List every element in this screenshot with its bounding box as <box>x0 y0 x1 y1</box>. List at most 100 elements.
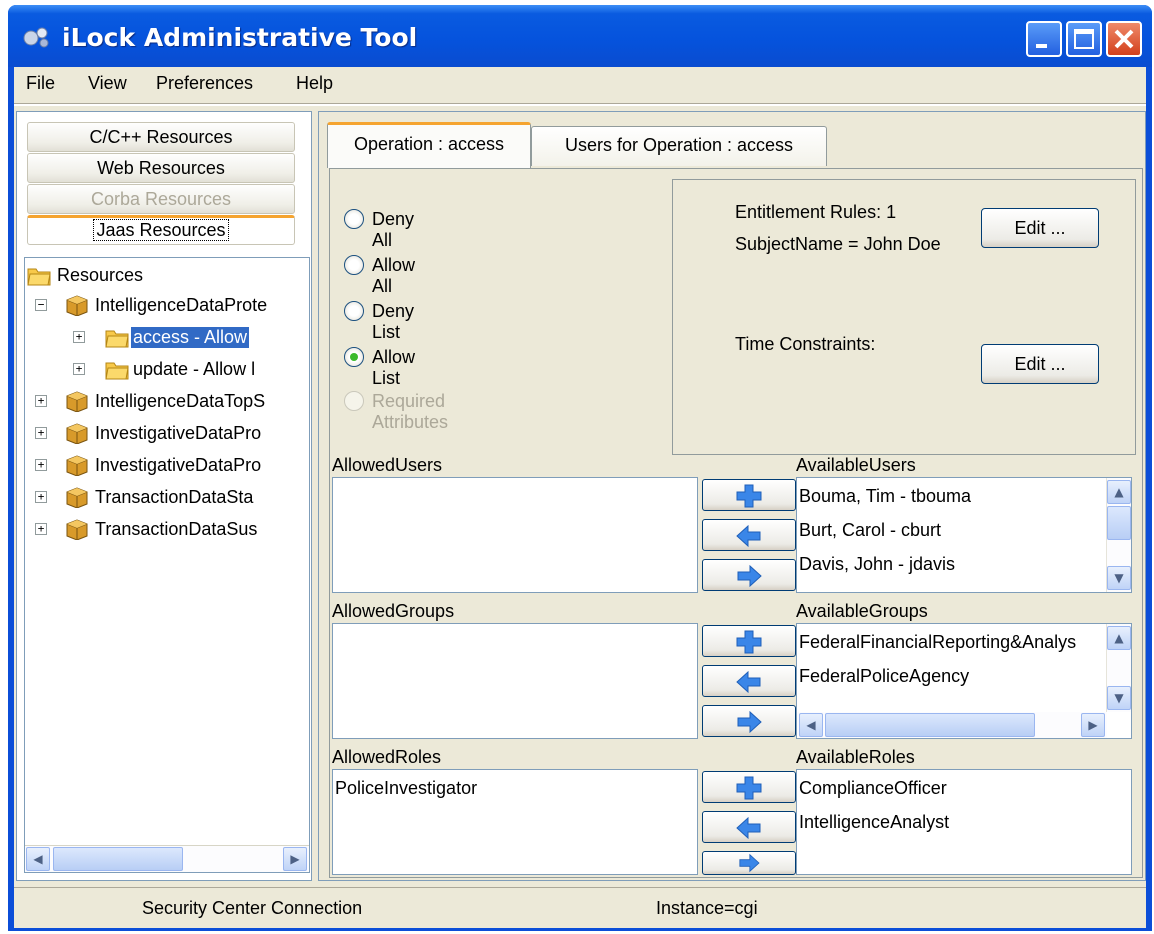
radio-label: Allow List <box>372 347 416 388</box>
expand-icon[interactable]: + <box>35 491 47 503</box>
available-roles-list[interactable]: ComplianceOfficer IntelligenceAnalyst <box>796 769 1132 875</box>
list-item[interactable]: ComplianceOfficer <box>799 778 947 799</box>
collapse-icon[interactable]: − <box>35 299 47 311</box>
list-item[interactable]: Bouma, Tim - tbouma <box>799 486 971 507</box>
add-role-button[interactable] <box>702 771 796 803</box>
web-resources-label: Web Resources <box>97 158 225 178</box>
allowed-users-list[interactable] <box>332 477 698 593</box>
window-title: iLock Administrative Tool <box>62 23 418 52</box>
minimize-button[interactable] <box>1026 21 1062 57</box>
jaas-resources-button[interactable]: Jaas Resources <box>27 215 295 245</box>
available-groups-list[interactable]: FederalFinancialReporting&Analys Federal… <box>796 623 1132 739</box>
close-icon <box>1114 29 1134 49</box>
scroll-up-button[interactable]: ▲ <box>1107 626 1131 650</box>
menu-preferences[interactable]: Preferences <box>156 73 253 94</box>
resource-tree[interactable]: Resources − IntelligenceDataProte + acce… <box>24 257 310 873</box>
scroll-thumb[interactable] <box>1107 506 1131 540</box>
web-resources-button[interactable]: Web Resources <box>27 153 295 183</box>
expand-icon[interactable]: + <box>35 395 47 407</box>
operation-tab-content: Deny All Allow All Deny List Allow List … <box>329 168 1143 878</box>
scroll-left-button[interactable]: ◀ <box>26 847 50 871</box>
allowed-groups-list[interactable] <box>332 623 698 739</box>
operation-panel: Operation : access Users for Operation :… <box>318 111 1146 881</box>
move-right-group-button[interactable] <box>702 705 796 737</box>
scroll-up-button[interactable]: ▲ <box>1107 480 1131 504</box>
move-right-role-button[interactable] <box>702 851 796 875</box>
allowed-roles-list[interactable]: PoliceInvestigator <box>332 769 698 875</box>
menu-bar: File View Preferences Help <box>14 67 1146 103</box>
radio-circle[interactable] <box>344 209 364 229</box>
status-bar: Security Center Connection Instance=cgi <box>14 887 1146 928</box>
tree-node-label: IntelligenceDataProte <box>95 295 268 315</box>
tab-operation-access[interactable]: Operation : access <box>327 122 531 168</box>
scroll-down-button[interactable]: ▼ <box>1107 566 1131 590</box>
add-user-button[interactable] <box>702 479 796 511</box>
edit-time-constraints-button[interactable]: Edit ... <box>981 344 1099 384</box>
move-left-group-button[interactable] <box>702 665 796 697</box>
list-item[interactable]: PoliceInvestigator <box>335 778 477 799</box>
corba-resources-button[interactable]: Corba Resources <box>27 184 295 214</box>
arrow-left-icon <box>736 670 761 694</box>
scroll-thumb[interactable] <box>825 713 1035 737</box>
groups-vertical-scrollbar[interactable]: ▲ ▼ <box>1106 624 1131 712</box>
plus-icon <box>736 484 762 508</box>
time-constraints-label: Time Constraints: <box>735 334 876 354</box>
allowed-groups-label: AllowedGroups <box>332 601 455 621</box>
minimize-icon <box>1036 44 1047 48</box>
menu-help[interactable]: Help <box>296 73 333 94</box>
scroll-down-button[interactable]: ▼ <box>1107 686 1131 710</box>
add-group-button[interactable] <box>702 625 796 657</box>
menu-file[interactable]: File <box>26 73 55 94</box>
app-window: iLock Administrative Tool File View Pref… <box>8 5 1152 931</box>
groups-horizontal-scrollbar[interactable]: ◀ ▶ <box>797 712 1107 738</box>
maximize-button[interactable] <box>1066 21 1102 57</box>
radio-circle-disabled[interactable] <box>344 391 364 411</box>
tree-horizontal-scrollbar[interactable]: ◀ ▶ <box>25 845 309 872</box>
app-logo-icon <box>23 27 49 48</box>
title-bar[interactable]: iLock Administrative Tool <box>8 5 1152 67</box>
allowed-users-label: AllowedUsers <box>332 455 443 475</box>
allowed-roles-label: AllowedRoles <box>332 747 442 767</box>
arrow-right-icon <box>737 564 762 588</box>
corba-resources-label: Corba Resources <box>90 189 232 209</box>
tab-users-for-operation[interactable]: Users for Operation : access <box>531 126 827 166</box>
cpp-resources-button[interactable]: C/C++ Resources <box>27 122 295 152</box>
radio-circle[interactable] <box>344 255 364 275</box>
expand-icon[interactable]: + <box>35 523 47 535</box>
package-icon <box>66 423 88 444</box>
client-area: File View Preferences Help C/C++ Resourc… <box>14 67 1146 928</box>
radio-label: Required Attributes <box>372 391 449 432</box>
list-item[interactable]: FederalFinancialReporting&Analys <box>799 632 1076 653</box>
menu-view[interactable]: View <box>88 73 127 94</box>
radio-label: Deny List <box>372 301 415 342</box>
instance-status: Instance=cgi <box>656 898 758 918</box>
jaas-resources-label: Jaas Resources <box>93 219 229 241</box>
move-left-user-button[interactable] <box>702 519 796 551</box>
close-button[interactable] <box>1106 21 1142 57</box>
list-item[interactable]: Davis, John - jdavis <box>799 554 955 575</box>
package-icon <box>66 519 88 540</box>
arrow-left-icon <box>736 524 761 548</box>
scroll-right-button[interactable]: ▶ <box>1081 713 1105 737</box>
list-item[interactable]: Burt, Carol - cburt <box>799 520 941 541</box>
expand-icon[interactable]: + <box>73 331 85 343</box>
expand-icon[interactable]: + <box>35 459 47 471</box>
folder-icon <box>27 268 51 286</box>
expand-icon[interactable]: + <box>35 427 47 439</box>
list-item[interactable]: IntelligenceAnalyst <box>799 812 949 833</box>
radio-circle[interactable] <box>344 301 364 321</box>
expand-icon[interactable]: + <box>73 363 85 375</box>
entitlement-box: Entitlement Rules: 1 SubjectName = John … <box>672 179 1136 455</box>
users-vertical-scrollbar[interactable]: ▲ ▼ <box>1106 478 1131 592</box>
list-item[interactable]: FederalPoliceAgency <box>799 666 969 687</box>
move-right-user-button[interactable] <box>702 559 796 591</box>
available-users-list[interactable]: Bouma, Tim - tbouma Burt, Carol - cburt … <box>796 477 1132 593</box>
scroll-thumb[interactable] <box>53 847 183 871</box>
subject-name-text: SubjectName = John Doe <box>735 234 941 254</box>
tree-node-label: TransactionDataSus <box>95 519 258 539</box>
radio-circle-checked[interactable] <box>344 347 364 367</box>
edit-entitlement-button[interactable]: Edit ... <box>981 208 1099 248</box>
scroll-left-button[interactable]: ◀ <box>799 713 823 737</box>
move-left-role-button[interactable] <box>702 811 796 843</box>
scroll-right-button[interactable]: ▶ <box>283 847 307 871</box>
